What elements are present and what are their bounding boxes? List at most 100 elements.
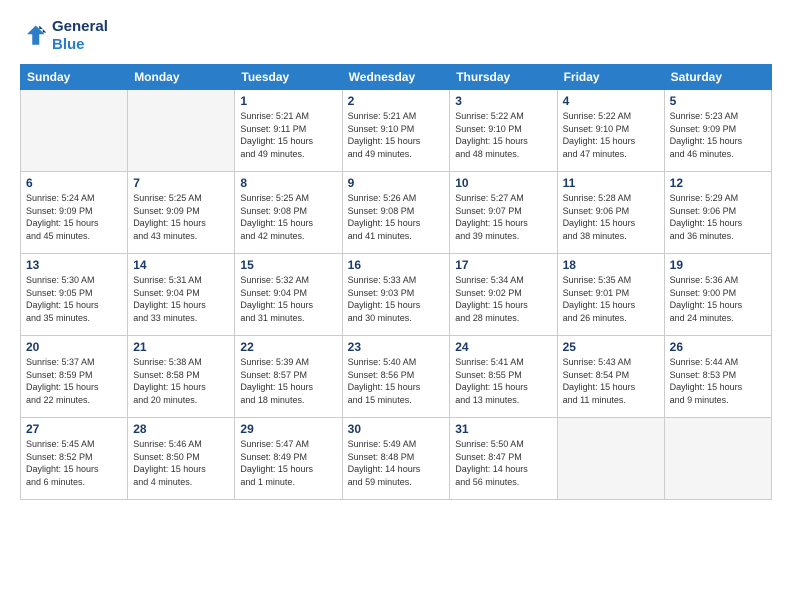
day-info: Sunrise: 5:25 AMSunset: 9:08 PMDaylight:… <box>240 192 336 242</box>
day-info: Sunrise: 5:41 AMSunset: 8:55 PMDaylight:… <box>455 356 551 406</box>
day-info: Sunrise: 5:49 AMSunset: 8:48 PMDaylight:… <box>348 438 445 488</box>
day-number: 9 <box>348 176 445 190</box>
day-number: 24 <box>455 340 551 354</box>
week-row-1: 1 Sunrise: 5:21 AMSunset: 9:11 PMDaylight… <box>21 90 772 172</box>
day-info: Sunrise: 5:29 AMSunset: 9:06 PMDaylight:… <box>670 192 766 242</box>
day-info: Sunrise: 5:21 AMSunset: 9:10 PMDaylight:… <box>348 110 445 160</box>
day-number: 16 <box>348 258 445 272</box>
day-number: 11 <box>563 176 659 190</box>
day-info: Sunrise: 5:22 AMSunset: 9:10 PMDaylight:… <box>455 110 551 160</box>
day-cell: 28 Sunrise: 5:46 AMSunset: 8:50 PMDayligh… <box>128 418 235 500</box>
day-info: Sunrise: 5:27 AMSunset: 9:07 PMDaylight:… <box>455 192 551 242</box>
header: General Blue <box>20 18 772 54</box>
day-cell: 3 Sunrise: 5:22 AMSunset: 9:10 PMDaylight… <box>450 90 557 172</box>
day-info: Sunrise: 5:39 AMSunset: 8:57 PMDaylight:… <box>240 356 336 406</box>
day-number: 6 <box>26 176 122 190</box>
day-info: Sunrise: 5:35 AMSunset: 9:01 PMDaylight:… <box>563 274 659 324</box>
day-cell: 26 Sunrise: 5:44 AMSunset: 8:53 PMDayligh… <box>664 336 771 418</box>
day-cell <box>21 90 128 172</box>
day-cell <box>128 90 235 172</box>
day-info: Sunrise: 5:36 AMSunset: 9:00 PMDaylight:… <box>670 274 766 324</box>
day-number: 8 <box>240 176 336 190</box>
day-number: 5 <box>670 94 766 108</box>
calendar-table: SundayMondayTuesdayWednesdayThursdayFrid… <box>20 64 772 500</box>
day-cell: 31 Sunrise: 5:50 AMSunset: 8:47 PMDayligh… <box>450 418 557 500</box>
day-number: 15 <box>240 258 336 272</box>
day-number: 12 <box>670 176 766 190</box>
day-cell: 22Sunrise: 5:39 AMSunset: 8:57 PMDayligh… <box>235 336 342 418</box>
day-info: Sunrise: 5:46 AMSunset: 8:50 PMDaylight:… <box>133 438 229 488</box>
day-number: 19 <box>670 258 766 272</box>
day-cell: 11 Sunrise: 5:28 AMSunset: 9:06 PMDayligh… <box>557 172 664 254</box>
day-info: Sunrise: 5:24 AMSunset: 9:09 PMDaylight:… <box>26 192 122 242</box>
day-number: 20 <box>26 340 122 354</box>
day-cell: 23 Sunrise: 5:40 AMSunset: 8:56 PMDayligh… <box>342 336 450 418</box>
day-info: Sunrise: 5:44 AMSunset: 8:53 PMDaylight:… <box>670 356 766 406</box>
day-info: Sunrise: 5:23 AMSunset: 9:09 PMDaylight:… <box>670 110 766 160</box>
day-cell <box>664 418 771 500</box>
day-number: 1 <box>240 94 336 108</box>
day-cell: 19 Sunrise: 5:36 AMSunset: 9:00 PMDayligh… <box>664 254 771 336</box>
col-header-thursday: Thursday <box>450 65 557 90</box>
col-header-monday: Monday <box>128 65 235 90</box>
col-header-tuesday: Tuesday <box>235 65 342 90</box>
day-number: 10 <box>455 176 551 190</box>
day-info: Sunrise: 5:33 AMSunset: 9:03 PMDaylight:… <box>348 274 445 324</box>
day-cell: 10 Sunrise: 5:27 AMSunset: 9:07 PMDayligh… <box>450 172 557 254</box>
logo-text: General Blue <box>52 18 108 54</box>
day-number: 4 <box>563 94 659 108</box>
day-info: Sunrise: 5:22 AMSunset: 9:10 PMDaylight:… <box>563 110 659 160</box>
day-info: Sunrise: 5:28 AMSunset: 9:06 PMDaylight:… <box>563 192 659 242</box>
day-number: 2 <box>348 94 445 108</box>
day-cell: 20Sunrise: 5:37 AMSunset: 8:59 PMDayligh… <box>21 336 128 418</box>
day-number: 3 <box>455 94 551 108</box>
day-cell: 2 Sunrise: 5:21 AMSunset: 9:10 PMDaylight… <box>342 90 450 172</box>
col-header-sunday: Sunday <box>21 65 128 90</box>
day-cell: 8 Sunrise: 5:25 AMSunset: 9:08 PMDaylight… <box>235 172 342 254</box>
day-info: Sunrise: 5:26 AMSunset: 9:08 PMDaylight:… <box>348 192 445 242</box>
day-cell: 7Sunrise: 5:25 AMSunset: 9:09 PMDaylight… <box>128 172 235 254</box>
day-info: Sunrise: 5:47 AMSunset: 8:49 PMDaylight:… <box>240 438 336 488</box>
day-cell: 17Sunrise: 5:34 AMSunset: 9:02 PMDayligh… <box>450 254 557 336</box>
day-number: 28 <box>133 422 229 436</box>
day-info: Sunrise: 5:43 AMSunset: 8:54 PMDaylight:… <box>563 356 659 406</box>
day-cell: 12 Sunrise: 5:29 AMSunset: 9:06 PMDayligh… <box>664 172 771 254</box>
page: General Blue SundayMondayTuesdayWednesda… <box>0 0 792 612</box>
day-cell: 4 Sunrise: 5:22 AMSunset: 9:10 PMDaylight… <box>557 90 664 172</box>
day-number: 7 <box>133 176 229 190</box>
day-number: 25 <box>563 340 659 354</box>
day-cell: 27 Sunrise: 5:45 AMSunset: 8:52 PMDayligh… <box>21 418 128 500</box>
week-row-5: 27 Sunrise: 5:45 AMSunset: 8:52 PMDayligh… <box>21 418 772 500</box>
day-number: 14 <box>133 258 229 272</box>
day-cell: 24 Sunrise: 5:41 AMSunset: 8:55 PMDayligh… <box>450 336 557 418</box>
day-number: 29 <box>240 422 336 436</box>
day-cell: 14 Sunrise: 5:31 AMSunset: 9:04 PMDayligh… <box>128 254 235 336</box>
day-cell: 5 Sunrise: 5:23 AMSunset: 9:09 PMDaylight… <box>664 90 771 172</box>
col-header-friday: Friday <box>557 65 664 90</box>
day-number: 18 <box>563 258 659 272</box>
day-number: 27 <box>26 422 122 436</box>
day-cell: 16 Sunrise: 5:33 AMSunset: 9:03 PMDayligh… <box>342 254 450 336</box>
day-number: 26 <box>670 340 766 354</box>
day-info: Sunrise: 5:40 AMSunset: 8:56 PMDaylight:… <box>348 356 445 406</box>
day-number: 31 <box>455 422 551 436</box>
day-info: Sunrise: 5:21 AMSunset: 9:11 PMDaylight:… <box>240 110 336 160</box>
day-number: 30 <box>348 422 445 436</box>
day-info: Sunrise: 5:38 AMSunset: 8:58 PMDaylight:… <box>133 356 229 406</box>
logo-icon <box>20 22 48 50</box>
day-cell: 21Sunrise: 5:38 AMSunset: 8:58 PMDayligh… <box>128 336 235 418</box>
day-info: Sunrise: 5:32 AMSunset: 9:04 PMDaylight:… <box>240 274 336 324</box>
day-cell: 15 Sunrise: 5:32 AMSunset: 9:04 PMDayligh… <box>235 254 342 336</box>
day-number: 23 <box>348 340 445 354</box>
day-info: Sunrise: 5:31 AMSunset: 9:04 PMDaylight:… <box>133 274 229 324</box>
day-info: Sunrise: 5:50 AMSunset: 8:47 PMDaylight:… <box>455 438 551 488</box>
day-number: 17 <box>455 258 551 272</box>
col-header-wednesday: Wednesday <box>342 65 450 90</box>
col-header-saturday: Saturday <box>664 65 771 90</box>
logo: General Blue <box>20 18 108 54</box>
day-info: Sunrise: 5:45 AMSunset: 8:52 PMDaylight:… <box>26 438 122 488</box>
day-cell: 30 Sunrise: 5:49 AMSunset: 8:48 PMDayligh… <box>342 418 450 500</box>
day-info: Sunrise: 5:30 AMSunset: 9:05 PMDaylight:… <box>26 274 122 324</box>
day-cell: 29 Sunrise: 5:47 AMSunset: 8:49 PMDayligh… <box>235 418 342 500</box>
header-row: SundayMondayTuesdayWednesdayThursdayFrid… <box>21 65 772 90</box>
